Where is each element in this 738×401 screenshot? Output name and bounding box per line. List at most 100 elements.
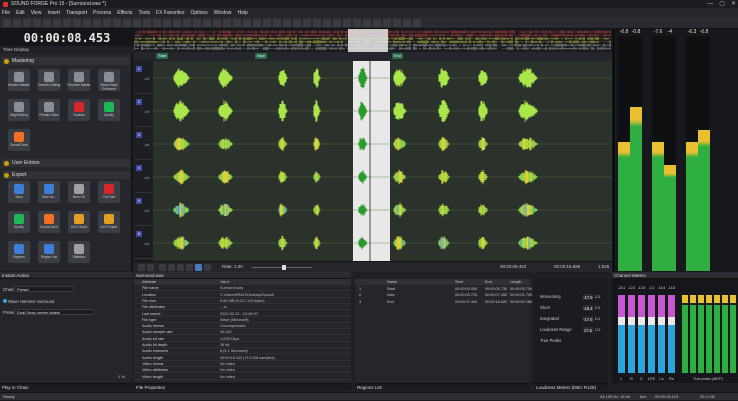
- export-tile-9[interactable]: Region List: [38, 241, 60, 263]
- channel-header-3[interactable]: 4 -Inf.: [135, 164, 152, 193]
- toolbar-button-11[interactable]: [113, 19, 121, 27]
- loop-button[interactable]: [195, 264, 202, 271]
- toolbar-button-38[interactable]: [383, 19, 391, 27]
- property-row[interactable]: File type Wave (Microsoft): [134, 317, 351, 323]
- toolbar-button-30[interactable]: [303, 19, 311, 27]
- export-tile-2[interactable]: Burn CD: [68, 181, 90, 203]
- waveform-canvas[interactable]: [153, 61, 612, 261]
- export-tile-4[interactable]: Spotify: [8, 211, 30, 233]
- toolbar-button-29[interactable]: [293, 19, 301, 27]
- mastering-tile-3[interactable]: Stereo Bass Enhancer: [98, 69, 120, 91]
- toolbar-button-8[interactable]: [83, 19, 91, 27]
- section-export[interactable]: Export: [2, 171, 130, 179]
- property-row[interactable]: Video length No video: [134, 374, 351, 380]
- zoom-out-button[interactable]: [147, 264, 154, 271]
- toolbar-button-35[interactable]: [353, 19, 361, 27]
- menu-options[interactable]: Options: [190, 10, 207, 16]
- preset-select[interactable]: Dual Deep center-stable: [14, 309, 94, 315]
- marker-start[interactable]: Start: [156, 53, 169, 59]
- toolbar-button-27[interactable]: [273, 19, 281, 27]
- toolbar-button-22[interactable]: [223, 19, 231, 27]
- zoom-in-button[interactable]: [138, 264, 145, 271]
- maximize-button[interactable]: ▢: [719, 0, 725, 8]
- menu-fx-favorites[interactable]: FX Favorites: [156, 10, 184, 16]
- toolbar-button-10[interactable]: [103, 19, 111, 27]
- waveform-display[interactable]: [153, 61, 612, 261]
- toolbar-button-39[interactable]: [393, 19, 401, 27]
- menu-file[interactable]: File: [2, 10, 10, 16]
- minimize-button[interactable]: —: [707, 0, 713, 8]
- section-mastering[interactable]: Mastering: [2, 57, 130, 65]
- toolbar-button-34[interactable]: [343, 19, 351, 27]
- marker-end[interactable]: End: [392, 53, 404, 59]
- mastering-tile-5[interactable]: Female Voice: [38, 99, 60, 121]
- channel-header-0[interactable]: 1 -Inf.: [135, 65, 152, 94]
- plugin-power-icon[interactable]: [3, 299, 7, 303]
- toolbar-button-36[interactable]: [363, 19, 371, 27]
- go-to-end-button[interactable]: [204, 264, 211, 271]
- toolbar-button-24[interactable]: [243, 19, 251, 27]
- toolbar-button-28[interactable]: [283, 19, 291, 27]
- property-row[interactable]: Audio sample rate 44,100: [134, 329, 351, 336]
- toolbar-button-23[interactable]: [233, 19, 241, 27]
- export-tile-6[interactable]: ACX Check: [68, 211, 90, 233]
- toolbar-button-13[interactable]: [133, 19, 141, 27]
- toolbar-button-1[interactable]: [13, 19, 21, 27]
- toolbar-button-12[interactable]: [123, 19, 131, 27]
- toolbar-button-33[interactable]: [333, 19, 341, 27]
- toolbar-button-9[interactable]: [93, 19, 101, 27]
- export-tile-1[interactable]: Save As...: [38, 181, 60, 203]
- property-row[interactable]: Last saved 2022-02-22 - 10:49:20: [134, 311, 351, 317]
- toolbar-button-32[interactable]: [323, 19, 331, 27]
- mastering-tile-7[interactable]: Spotify: [98, 99, 120, 121]
- property-row[interactable]: Audio channels 6 (5.1 Surround): [134, 348, 351, 355]
- export-tile-0[interactable]: Save: [8, 181, 30, 203]
- toolbar-button-4[interactable]: [43, 19, 51, 27]
- toolbar-button-18[interactable]: [183, 19, 191, 27]
- go-to-start-button[interactable]: [159, 264, 166, 271]
- export-tile-10[interactable]: Statistics: [68, 241, 90, 263]
- menu-view[interactable]: View: [31, 10, 42, 16]
- region-row[interactable]: 1 Start 00:00:00.000 00:00:05.730 00:00:05.7…: [355, 286, 532, 292]
- toolbar-button-7[interactable]: [73, 19, 81, 27]
- props-tab[interactable]: Surround.wav: [134, 272, 351, 279]
- property-row[interactable]: Location C:\Users\PAKO\Desktop\Sound\: [134, 292, 351, 298]
- toolbar-button-26[interactable]: [263, 19, 271, 27]
- channel-header-2[interactable]: 3 -Inf.: [135, 131, 152, 160]
- toolbar-button-2[interactable]: [23, 19, 31, 27]
- marker-ruler[interactable]: Start Nice End: [134, 52, 612, 61]
- toolbar-button-19[interactable]: [193, 19, 201, 27]
- property-row[interactable]: Audio format Uncompressed: [134, 323, 351, 330]
- property-row[interactable]: Video format No video: [134, 361, 351, 367]
- plugin-entry[interactable]: Wave Hammer Surround: [3, 299, 54, 304]
- record-button[interactable]: [186, 264, 193, 271]
- toolbar-button-5[interactable]: [53, 19, 61, 27]
- property-row[interactable]: File attributes ---a--: [134, 304, 351, 311]
- toolbar-button-3[interactable]: [33, 19, 41, 27]
- channel-header-5[interactable]: 6 -Inf.: [135, 230, 152, 259]
- marker-nice[interactable]: Nice: [255, 53, 268, 59]
- stop-button[interactable]: [177, 264, 184, 271]
- overview-bar[interactable]: [133, 29, 612, 52]
- toolbar-button-14[interactable]: [143, 19, 151, 27]
- channel-header-4[interactable]: 5 -Inf.: [135, 197, 152, 226]
- toolbar-button-25[interactable]: [253, 19, 261, 27]
- toolbar-button-17[interactable]: [173, 19, 181, 27]
- property-row[interactable]: Audio bit depth 16 bit: [134, 342, 351, 349]
- menu-window[interactable]: Window: [214, 10, 232, 16]
- menu-transport[interactable]: Transport: [66, 10, 87, 16]
- export-tile-5[interactable]: SoundCloud: [38, 211, 60, 233]
- toolbar-button-20[interactable]: [203, 19, 211, 27]
- region-row[interactable]: 3 End 00:00:07.440 00:00:16.620 00:00:09.180: [355, 299, 532, 305]
- toolbar-button-21[interactable]: [213, 19, 221, 27]
- chain-select[interactable]: Preset: [14, 286, 74, 292]
- menu-effects[interactable]: Effects: [117, 10, 132, 16]
- menu-tools[interactable]: Tools: [138, 10, 150, 16]
- property-row[interactable]: File name Surround.wav: [134, 285, 351, 292]
- rate-slider-thumb[interactable]: [282, 265, 286, 270]
- mastering-tile-6[interactable]: Youtube: [68, 99, 90, 121]
- export-tile-7[interactable]: ACX Export: [98, 211, 120, 233]
- mastering-tile-4[interactable]: Bright Boing: [8, 99, 30, 121]
- toolbar-button-41[interactable]: [413, 19, 421, 27]
- menu-help[interactable]: Help: [238, 10, 248, 16]
